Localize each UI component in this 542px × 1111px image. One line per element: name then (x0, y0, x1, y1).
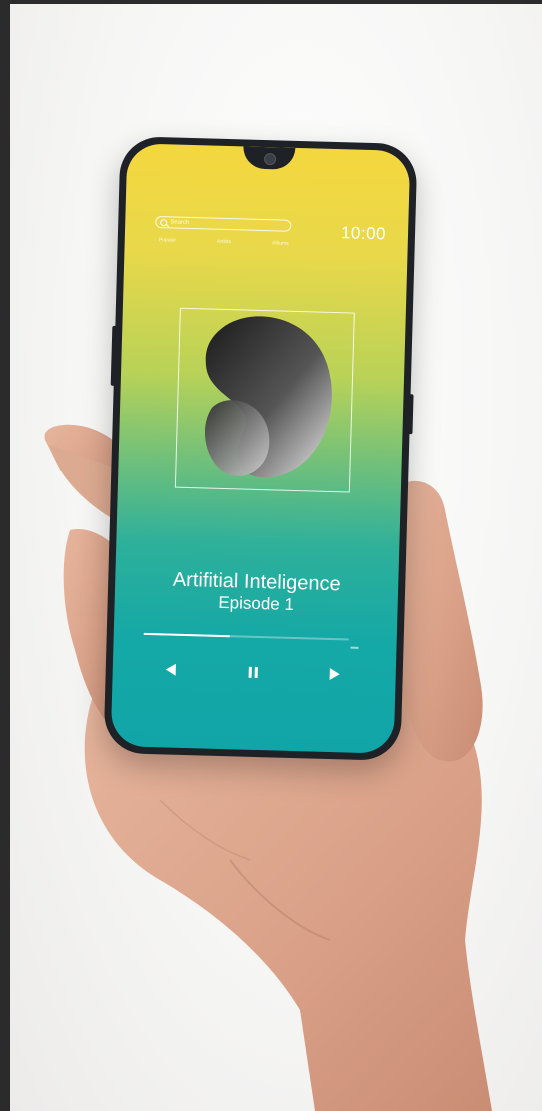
progress-bar[interactable] (143, 632, 349, 641)
status-clock: 10:00 (340, 223, 387, 244)
nav-item-artists[interactable]: Artists (217, 239, 231, 245)
front-camera (263, 152, 276, 166)
notch (242, 146, 295, 170)
phone-screen: Search 10:00 Popular Artists Albums Arti… (110, 143, 411, 754)
phone-device: Search 10:00 Popular Artists Albums Arti… (103, 135, 418, 762)
next-icon (329, 668, 340, 681)
album-art (174, 307, 355, 493)
pause-icon (248, 666, 258, 678)
duration-indicator (350, 646, 359, 649)
search-icon (160, 218, 168, 226)
abstract-shape-art (205, 316, 332, 478)
search-placeholder: Search (170, 219, 190, 226)
playback-controls (163, 660, 343, 683)
nav-item-albums[interactable]: Albums (272, 240, 289, 246)
category-nav: Popular Artists Albums (159, 237, 289, 247)
previous-icon (165, 663, 176, 676)
nav-item-popular[interactable]: Popular (159, 237, 176, 243)
progress-fill (143, 632, 230, 638)
search-input[interactable]: Search (155, 215, 292, 232)
volume-button (110, 325, 117, 386)
previous-button[interactable] (163, 661, 179, 677)
next-button[interactable] (327, 666, 343, 682)
pause-button[interactable] (245, 664, 261, 680)
